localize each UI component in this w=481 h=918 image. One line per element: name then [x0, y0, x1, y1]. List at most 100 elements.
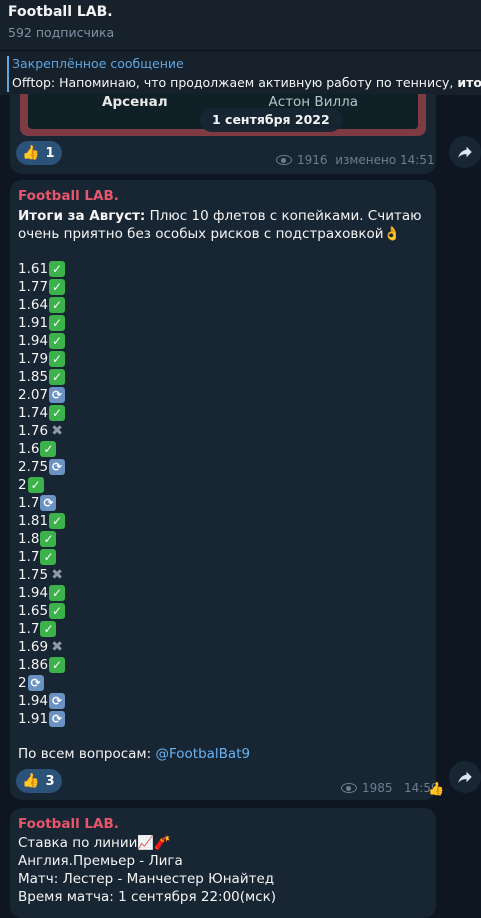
channel-header[interactable]: Football LAB. 592 подписчика: [0, 0, 481, 50]
odds-item: 1.91 ✓: [18, 314, 66, 332]
cross-mark-icon: ✖: [51, 423, 63, 439]
odds-value: 1.85: [18, 369, 49, 385]
view-count: 1916: [297, 153, 328, 167]
odds-value: 2: [18, 675, 27, 691]
odds-value: 1.7: [18, 495, 40, 511]
eye-icon: [276, 155, 292, 165]
odds-value: 1.79: [18, 351, 49, 367]
odds-value: 1.7: [18, 549, 40, 565]
share-button[interactable]: [449, 761, 481, 793]
odds-item: 1.65 ✓: [18, 602, 66, 620]
odds-value: 1.76: [18, 423, 49, 439]
cross-mark-icon: ✖: [51, 639, 63, 655]
odds-value: 1.75: [18, 567, 49, 583]
message-intro: Итоги за Август: Плюс 10 флетов с копейк…: [18, 207, 428, 243]
thumbs-up-small-icon: 👍: [428, 782, 445, 797]
odds-value: 1.77: [18, 279, 49, 295]
odds-value: 2.07: [18, 387, 49, 403]
odds-value: 1.64: [18, 297, 49, 313]
channel-title: Football LAB.: [8, 4, 113, 20]
odds-value: 1.6: [18, 441, 40, 457]
pinned-accent-bar: [7, 56, 9, 92]
bet-line-title: Ставка по линии📈🧨: [18, 835, 172, 851]
refresh-icon: ⟳: [49, 387, 66, 403]
refresh-icon: ⟳: [40, 495, 57, 511]
odds-value: 2.75: [18, 459, 49, 475]
odds-list: 1.61 ✓ 1.77 ✓ 1.64 ✓ 1.91 ✓ 1.94 ✓ 1.79 ✓ 1.85 ✓ 2.07 ⟳…: [18, 260, 66, 728]
odds-item: 1.74 ✓: [18, 404, 66, 422]
intro-bold: Итоги за Август:: [18, 208, 146, 224]
odds-item: 1.77 ✓: [18, 278, 66, 296]
reaction-button[interactable]: 👍 1: [16, 141, 63, 165]
odds-item: 1.79 ✓: [18, 350, 66, 368]
check-mark-icon: ✓: [49, 657, 66, 673]
bet-league: Англия.Премьер - Лига: [18, 853, 183, 869]
odds-value: 1.94: [18, 333, 49, 349]
odds-value: 1.91: [18, 315, 49, 331]
cross-mark-icon: ✖: [51, 567, 63, 583]
check-mark-icon: ✓: [49, 369, 66, 385]
odds-item: 2.75 ⟳: [18, 458, 66, 476]
reaction-button[interactable]: 👍 3: [16, 769, 63, 793]
check-mark-icon: ✓: [49, 315, 66, 331]
date-separator: 1 сентября 2022: [200, 108, 342, 132]
odds-value: 1.7: [18, 621, 40, 637]
odds-item: 1.61 ✓: [18, 260, 66, 278]
odds-item: 1.85 ✓: [18, 368, 66, 386]
check-mark-icon: ✓: [40, 549, 57, 565]
contact-link[interactable]: @FootbalBat9: [155, 746, 250, 762]
refresh-icon: ⟳: [27, 675, 44, 691]
thumbs-up-icon: 👍: [22, 773, 40, 789]
odds-value: 1.91: [18, 711, 49, 727]
refresh-icon: ⟳: [49, 459, 66, 475]
bet-match: Матч: Лестер - Манчестер Юнайтед: [18, 871, 275, 887]
odds-value: 1.94: [18, 585, 49, 601]
pinned-text: Offtop: Напоминаю, что продолжаем активн…: [12, 75, 481, 90]
reaction-count: 3: [45, 773, 55, 789]
check-mark-icon: ✓: [40, 531, 57, 547]
eye-icon: [341, 783, 357, 793]
odds-item: 1.69 ✖: [18, 638, 65, 656]
check-mark-icon: ✓: [49, 279, 66, 295]
odds-item: 2 ⟳: [18, 674, 65, 692]
odds-item: 1.86 ✓: [18, 656, 66, 674]
odds-value: 1.69: [18, 639, 49, 655]
share-arrow-icon: [458, 771, 472, 783]
message-bubble-august-results: Football LAB. Итоги за Август: Плюс 10 ф…: [10, 180, 436, 800]
odds-item: 1.7 ✓: [18, 620, 65, 638]
check-mark-icon: ✓: [27, 477, 44, 493]
share-arrow-icon: [458, 146, 472, 158]
odds-item: 1.6 ✓: [18, 440, 65, 458]
odds-value: 1.86: [18, 657, 49, 673]
odds-item: 1.64 ✓: [18, 296, 66, 314]
view-count: 1985: [362, 781, 393, 795]
check-mark-icon: ✓: [49, 297, 66, 313]
odds-item: 1.94 ⟳: [18, 692, 66, 710]
contact-label: По всем вопросам:: [18, 746, 152, 762]
odds-item: 1.7 ⟳: [18, 494, 65, 512]
share-button[interactable]: [449, 136, 481, 168]
team-home: Арсенал: [102, 94, 168, 110]
odds-item: 2 ✓: [18, 476, 65, 494]
odds-item: 1.75 ✖: [18, 566, 65, 584]
edited-status: изменено 14:51: [335, 153, 435, 167]
refresh-icon: ⟳: [49, 711, 66, 727]
odds-value: 1.81: [18, 513, 49, 529]
pinned-text-prefix: Offtop: Напоминаю, что продолжаем активн…: [12, 75, 454, 90]
check-mark-icon: ✓: [49, 603, 66, 619]
odds-item: 1.94 ✓: [18, 332, 66, 350]
check-mark-icon: ✓: [49, 585, 66, 601]
message-author[interactable]: Football LAB.: [18, 816, 119, 832]
check-mark-icon: ✓: [49, 351, 66, 367]
refresh-icon: ⟳: [49, 693, 66, 709]
check-mark-icon: ✓: [49, 513, 66, 529]
check-mark-icon: ✓: [40, 441, 57, 457]
thumbs-up-icon: 👍: [22, 145, 40, 161]
message-author[interactable]: Football LAB.: [18, 188, 119, 204]
pinned-message-bar[interactable]: Закреплённое сообщение Offtop: Напоминаю…: [0, 50, 481, 95]
bet-time: Время матча: 1 сентября 22:00(мск): [18, 889, 277, 905]
pinned-title: Закреплённое сообщение: [12, 56, 184, 71]
check-mark-icon: ✓: [40, 621, 57, 637]
odds-item: 1.76 ✖: [18, 422, 65, 440]
pinned-text-bold: итоги: [457, 75, 481, 90]
